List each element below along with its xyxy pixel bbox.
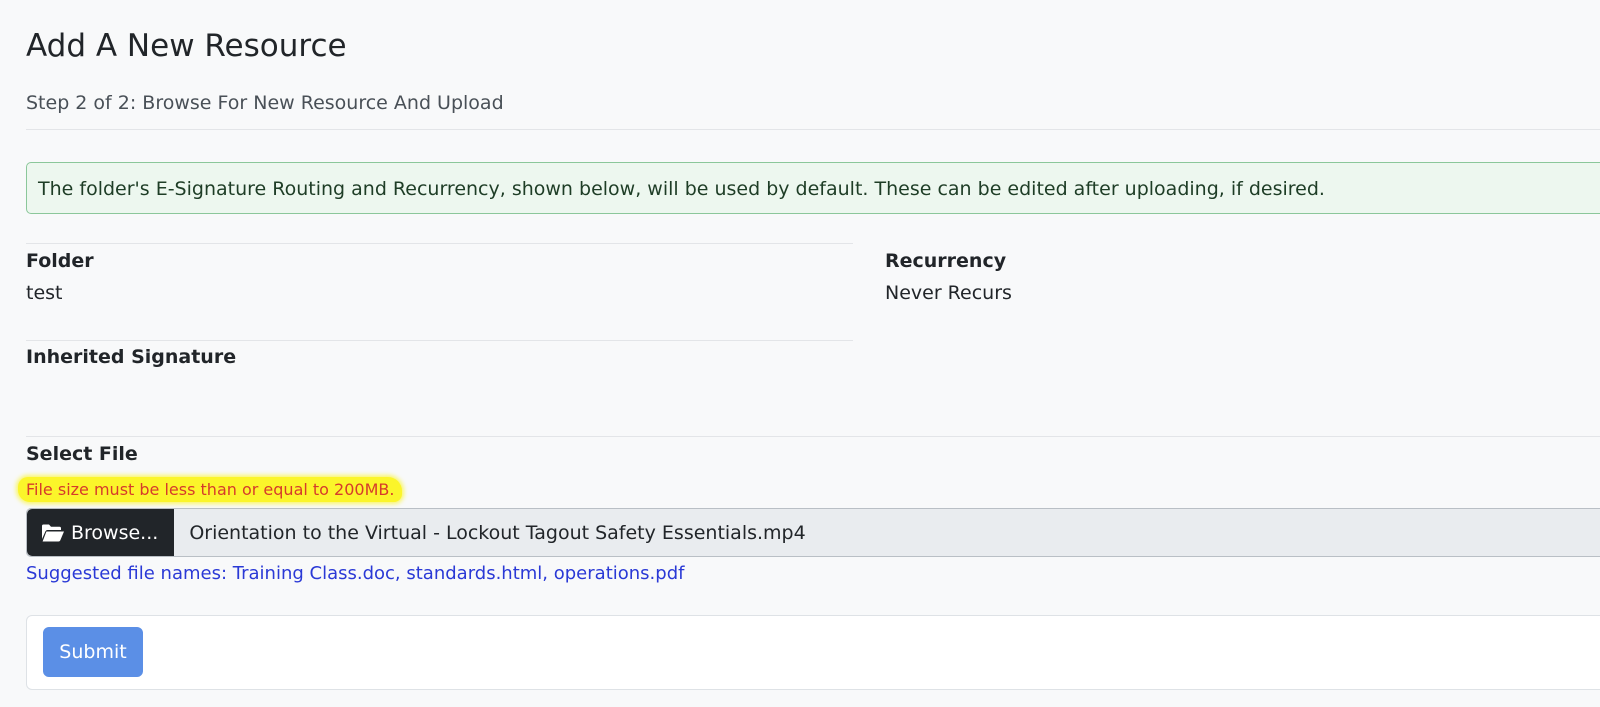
- file-input[interactable]: Browse... Orientation to the Virtual - L…: [26, 508, 1600, 557]
- step-subtitle: Step 2 of 2: Browse For New Resource And…: [26, 92, 504, 114]
- inherited-signature-label: Inherited Signature: [26, 346, 237, 368]
- browse-button-label: Browse...: [71, 521, 159, 544]
- submit-card: Submit: [26, 615, 1600, 690]
- selected-file-name[interactable]: Orientation to the Virtual - Lockout Tag…: [174, 509, 805, 556]
- divider: [26, 436, 1600, 437]
- folder-label: Folder: [26, 250, 94, 272]
- suggested-file-names: Suggested file names: Training Class.doc…: [26, 563, 685, 584]
- browse-button[interactable]: Browse...: [27, 509, 175, 556]
- divider: [26, 129, 1600, 130]
- recurrency-value: Never Recurs: [885, 282, 1012, 304]
- divider: [26, 243, 853, 244]
- file-size-warning: File size must be less than or equal to …: [18, 477, 403, 502]
- default-settings-alert: The folder's E-Signature Routing and Rec…: [26, 162, 1600, 214]
- recurrency-label: Recurrency: [885, 250, 1007, 272]
- page-title: Add A New Resource: [26, 28, 347, 64]
- submit-button[interactable]: Submit: [43, 627, 143, 677]
- divider: [26, 340, 853, 341]
- select-file-label: Select File: [26, 443, 138, 465]
- folder-open-icon: [41, 523, 65, 543]
- folder-value: test: [26, 282, 63, 304]
- add-resource-page: Add A New Resource Step 2 of 2: Browse F…: [0, 0, 1600, 707]
